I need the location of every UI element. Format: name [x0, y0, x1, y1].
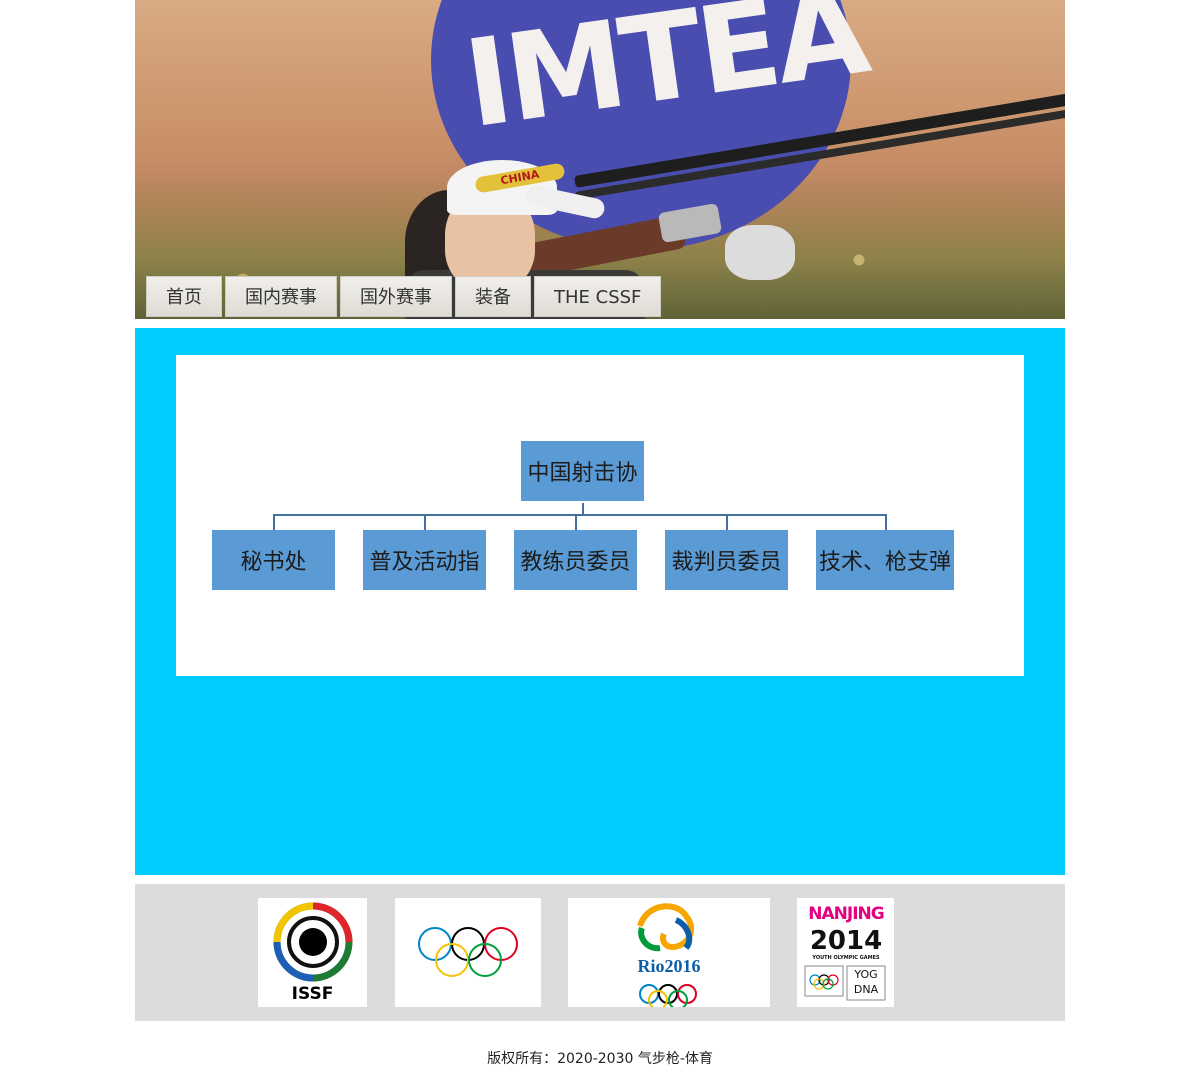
nav-domestic-events[interactable]: 国内赛事 — [225, 276, 337, 317]
nanjing2014-logo[interactable]: NANJING 2014 YOUTH OLYMPIC GAMES YOG DNA — [797, 898, 894, 1007]
main-nav: 首页 国内赛事 国外赛事 装备 THE CSSF — [146, 276, 662, 318]
nanjing-logo-dna: DNA — [853, 983, 879, 996]
rio2016-logo-text: Rio2016 — [637, 956, 701, 976]
org-child-coaches-committee: 教练员委员 — [514, 530, 637, 590]
nav-home[interactable]: 首页 — [146, 276, 222, 317]
issf-logo-text: ISSF — [291, 984, 334, 1004]
nanjing-logo-yog: YOG — [854, 968, 878, 981]
org-chart-panel: 中国射击协 秘书处 普及活动指 教练员委员 裁判员委员 技术、枪支弹 — [176, 355, 1024, 676]
org-child-referee-committee: 裁判员委员 — [665, 530, 788, 590]
org-line-child-4 — [726, 514, 728, 530]
shooter-glove — [725, 225, 795, 280]
header-banner: IMTEA CHINA — [135, 0, 1065, 319]
org-line-horizontal — [273, 514, 886, 516]
rio2016-logo[interactable]: Rio2016 — [568, 898, 770, 1010]
nav-the-cssf[interactable]: THE CSSF — [534, 276, 662, 317]
issf-logo[interactable]: ISSF — [258, 898, 367, 1007]
nav-equipment[interactable]: 装备 — [455, 276, 531, 317]
org-child-secretariat: 秘书处 — [212, 530, 335, 590]
org-child-popularization: 普及活动指 — [363, 530, 486, 590]
olympic-rings-icon — [418, 927, 518, 977]
org-line-child-3 — [575, 514, 577, 530]
org-line-child-2 — [424, 514, 426, 530]
nav-international-events[interactable]: 国外赛事 — [340, 276, 452, 317]
olympic-rings-logo[interactable] — [395, 898, 541, 1007]
rio2016-emblem-icon — [637, 903, 697, 1010]
org-child-technical-firearms: 技术、枪支弹 — [816, 530, 954, 590]
org-line-child-1 — [273, 514, 275, 530]
main-content: 中国射击协 秘书处 普及活动指 教练员委员 裁判员委员 技术、枪支弹 — [135, 328, 1065, 875]
copyright-text: 版权所有：2020-2030 气步枪-体育 — [487, 1051, 713, 1067]
org-root-box: 中国射击协 — [521, 441, 644, 501]
org-line-child-5 — [885, 514, 887, 530]
partner-logos: ISSF Rio2016 NANJING 2014 YOUTH OLYMPIC … — [135, 884, 1065, 1021]
